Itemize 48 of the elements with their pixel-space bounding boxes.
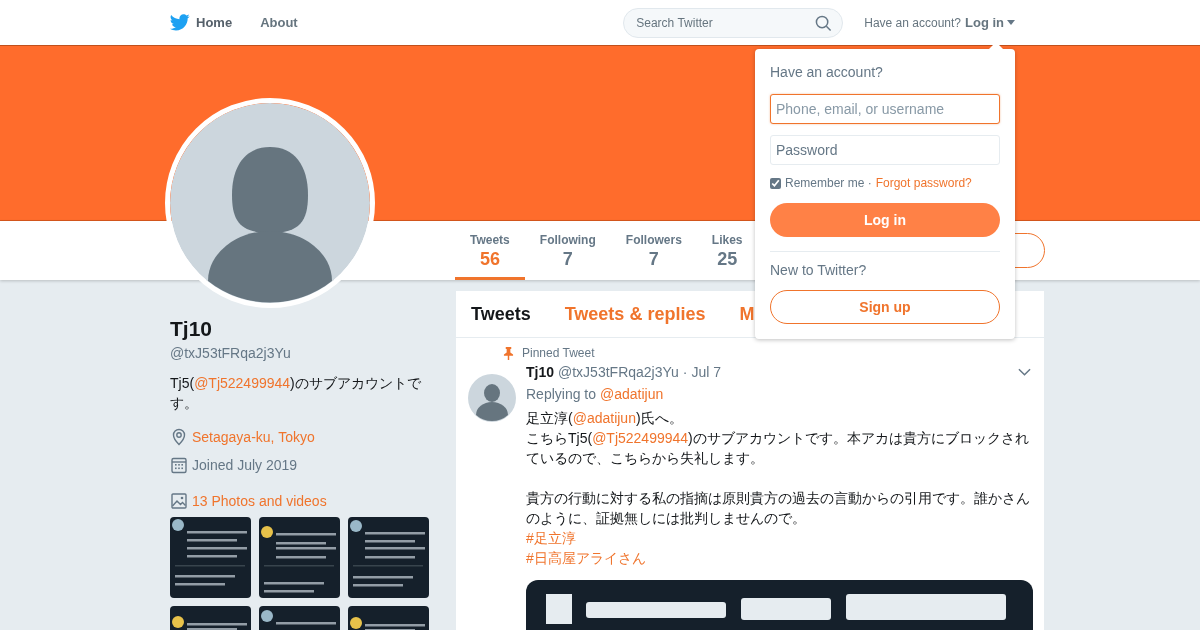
signup-button[interactable]: Sign up	[770, 290, 1000, 324]
location-icon	[170, 428, 188, 446]
nav-link[interactable]: Home	[170, 14, 233, 31]
chevron-icon[interactable]	[1018, 368, 1031, 376]
pinned-label: Pinned Tweet	[522, 346, 595, 360]
mention-link[interactable]: @Tj522499944	[194, 375, 291, 391]
author-handle[interactable]: @txJ53tFRqa2j3Yu	[558, 364, 679, 380]
hashtag-link[interactable]: #日高屋アライさん	[526, 550, 646, 566]
image-icon	[170, 492, 188, 510]
forgot-password-link[interactable]: Forgot password?	[875, 176, 972, 190]
stat-tab[interactable]: Followers 7	[610, 221, 697, 280]
location-link[interactable]: Setagaya-ku, Tokyo	[192, 429, 315, 445]
stat-tab[interactable]: Tweets 56	[455, 221, 525, 280]
search-icon	[815, 14, 833, 32]
profile-bio: Tj5(@Tj522499944)のサブアカウントです。	[170, 374, 422, 413]
profile-handle: @txJ53tFRqa2j3Yu	[170, 345, 292, 361]
input-field[interactable]: Phone, email, or username	[770, 94, 1000, 124]
caret-icon	[1007, 20, 1015, 25]
stat-tab[interactable]: Likes 25	[696, 221, 758, 280]
mention-link[interactable]: @adatijun	[600, 386, 664, 402]
signup-prompt: New to Twitter?	[770, 262, 868, 278]
mention-link[interactable]: @Tj522499944	[592, 430, 689, 446]
photos-link[interactable]: 13 Photos and videos	[192, 493, 327, 509]
reply-label: Replying to	[526, 386, 597, 402]
tweet-text: 貴方の行動に対する私の指摘は原則貴方の過去の言動からの引用です。誰かさんのように、証拠無しには批判しませんので。 #足立淳 #日高屋アライさん	[526, 489, 1031, 568]
pin-icon	[503, 346, 514, 360]
timeline-tab[interactable]: Tweets & replies	[564, 303, 706, 325]
dropdown-title: Have an account?	[770, 64, 884, 80]
timeline-tab[interactable]: M	[739, 303, 755, 325]
login-button[interactable]: Log in	[770, 203, 1000, 237]
avatar[interactable]	[468, 374, 516, 422]
mention-link[interactable]: @adatijun	[572, 410, 636, 426]
remember-label: Remember me ·	[785, 176, 872, 190]
calendar-icon	[170, 456, 188, 474]
tweet-date[interactable]: · Jul 7	[682, 364, 721, 380]
profile-name: Tj10	[170, 317, 214, 341]
search-field[interactable]: Search Twitter	[623, 7, 844, 38]
joined-date: Joined July 2019	[192, 457, 298, 473]
stat-tab[interactable]: Following 7	[524, 221, 611, 280]
tweet-text: 足立淳(@adatijun)氏へ。 こちらTj5(@Tj522499944)のサブアカウントです。本アカは貴方にブロックされているので、こちらから失礼します。	[526, 409, 1030, 468]
hashtag-link[interactable]: #足立淳	[526, 530, 576, 546]
author-name[interactable]: Tj10	[526, 364, 554, 380]
timeline-tab[interactable]: Tweets	[471, 303, 531, 325]
remember-checkbox[interactable]	[770, 177, 781, 189]
account-prompt: Have an account?	[864, 15, 961, 30]
nav-link[interactable]: About	[260, 14, 298, 31]
bird-icon	[170, 14, 190, 31]
login-link[interactable]: Log in	[965, 15, 1015, 30]
